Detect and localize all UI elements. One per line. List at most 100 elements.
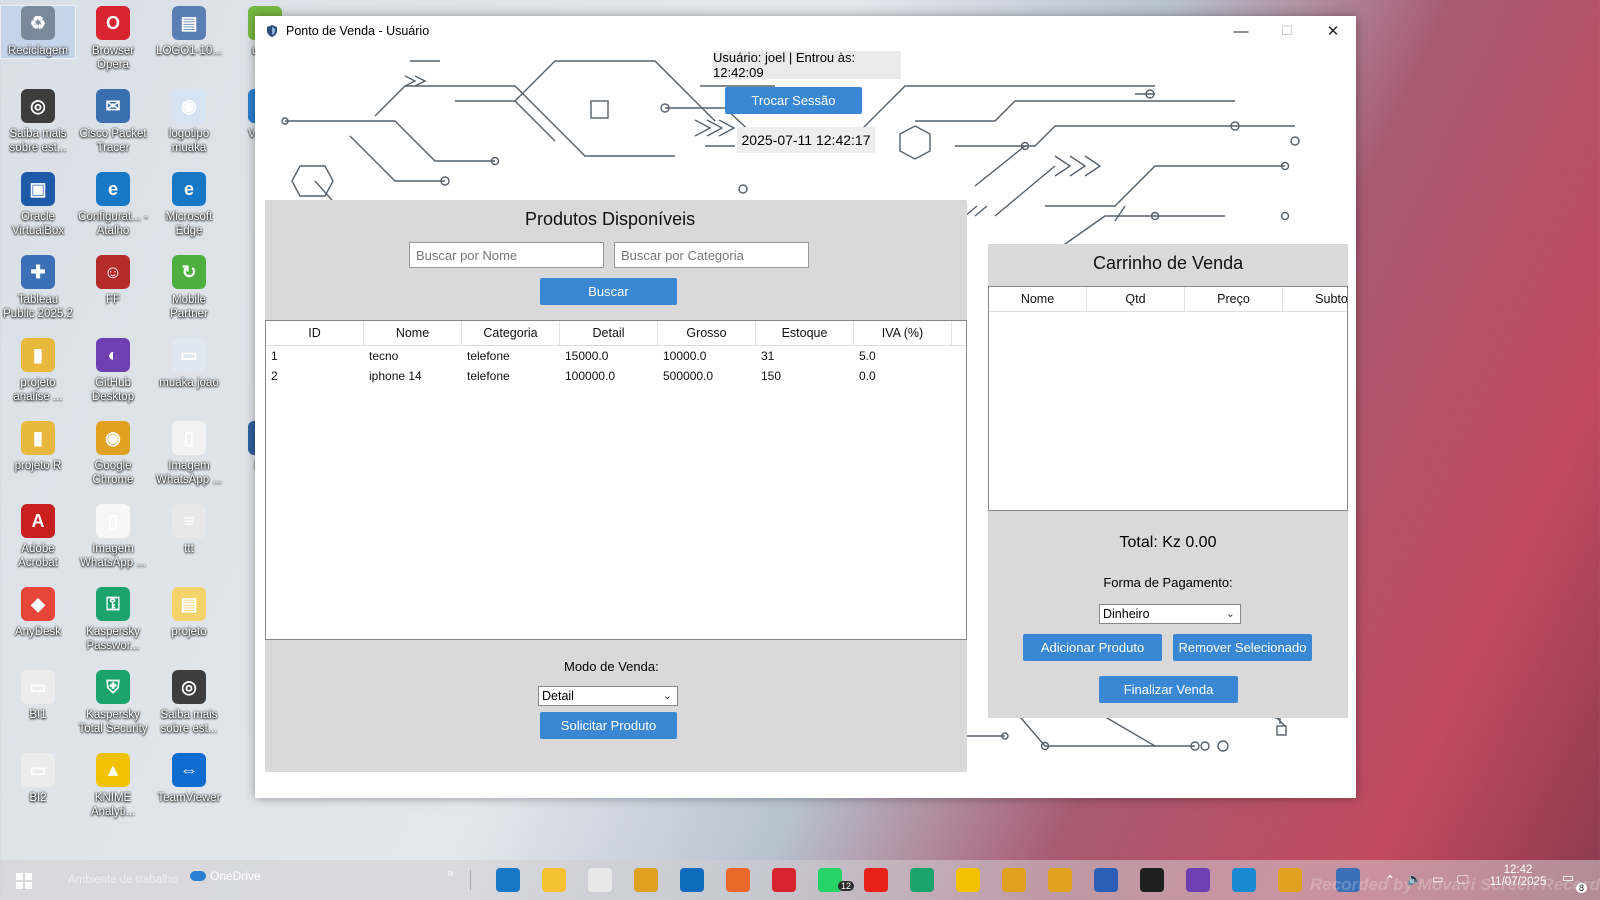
column-header[interactable]: Categoria	[462, 321, 560, 345]
opera-icon[interactable]	[772, 868, 796, 892]
app-icon: ▮	[21, 338, 55, 372]
desktop-icon[interactable]: ▭ muaka joao	[152, 338, 226, 390]
column-header[interactable]: Nome	[364, 321, 462, 345]
desktop-icon-label: logotipo muaka	[168, 128, 210, 154]
chrome-icon[interactable]	[634, 868, 658, 892]
column-header[interactable]: Preço	[1185, 287, 1283, 311]
close-button[interactable]: ✕	[1310, 16, 1356, 46]
desktop-icon[interactable]: ⇔ TeamViewer	[152, 753, 226, 805]
app-icon: ▮	[21, 421, 55, 455]
app-icon: A	[21, 504, 55, 538]
table-cell: tecno	[369, 349, 399, 363]
desktop-icon-label: AnyDesk	[14, 626, 62, 638]
desktop-icon[interactable]: ▭ BI1	[1, 670, 75, 722]
desktop-icon[interactable]: A Adobe Acrobat	[1, 504, 75, 570]
github-icon[interactable]	[1186, 868, 1210, 892]
desktop-icon[interactable]: ✚ Tableau Public 2025.2	[1, 255, 75, 321]
store-icon[interactable]	[588, 868, 612, 892]
desktop-icon-label: projeto analise ...	[13, 377, 63, 403]
minimize-button[interactable]: —	[1218, 16, 1264, 46]
search-name-input[interactable]: Buscar por Nome	[409, 242, 604, 268]
outlook-icon[interactable]	[680, 868, 704, 892]
vscode-icon[interactable]	[1232, 868, 1256, 892]
column-header[interactable]: Grosso	[658, 321, 756, 345]
sale-mode-select[interactable]: Detail ⌄	[538, 686, 678, 706]
payment-method-select[interactable]: Dinheiro ⌄	[1099, 604, 1241, 624]
desktop-icon[interactable]: ▣ Oracle VirtualBox	[1, 172, 75, 238]
desktop-icon[interactable]: ▤ projeto	[152, 587, 226, 639]
app-icon: ◆	[21, 587, 55, 621]
table-cell: 0.0	[859, 369, 876, 383]
products-panel: Produtos Disponíveis Buscar por Nome Bus…	[265, 200, 967, 772]
desktop-icon[interactable]: ▮ projeto R	[1, 421, 75, 473]
desktop-icon[interactable]: e Configurat... - Atalho	[76, 172, 150, 238]
table-row[interactable]: 1 tecno telefone 15000.0 10000.0 31 5.0	[266, 346, 966, 366]
desktop-icon[interactable]: ▮ projeto analise ...	[1, 338, 75, 404]
powerbi-icon[interactable]	[956, 868, 980, 892]
workspace-label[interactable]: Ambiente de trabalho	[68, 874, 177, 886]
column-header[interactable]: IVA (%)	[854, 321, 952, 345]
products-table-body: 1 tecno telefone 15000.0 10000.0 31 5.0 2 iphone…	[266, 346, 966, 386]
desktop-icon-label: Tableau Public 2025.2	[3, 294, 73, 320]
maximize-button[interactable]: ☐	[1264, 16, 1310, 46]
desktop-icon-label: Saiba mais sobre est...	[9, 128, 67, 154]
chrome-profile-icon[interactable]	[1048, 868, 1072, 892]
app-icon: ⇔	[172, 753, 206, 787]
desktop-icon[interactable]: ✉ Cisco Packet Tracer	[76, 89, 150, 155]
products-table[interactable]: ID Nome Categoria Detail Grosso Estoque IVA (%…	[265, 320, 967, 640]
column-header[interactable]: Subto	[1283, 287, 1347, 311]
desktop-icon[interactable]: O Browser Opera	[76, 6, 150, 72]
desktop-icon-label: projeto R	[14, 460, 62, 472]
column-header[interactable]: Detail	[560, 321, 658, 345]
column-header[interactable]: Qtd	[1087, 287, 1185, 311]
chevron-right-icon[interactable]: »	[447, 866, 454, 880]
desktop-icon[interactable]: ▤ LOGO1-10...	[152, 6, 226, 58]
edge-icon[interactable]	[496, 868, 520, 892]
desktop-icon[interactable]: ▲ KNIME Analyti...	[76, 753, 150, 819]
file-explorer-icon[interactable]	[542, 868, 566, 892]
terminal-icon[interactable]	[1140, 868, 1164, 892]
desktop-icon[interactable]: ▯ Imagem WhatsApp ...	[152, 421, 226, 487]
desktop-icon[interactable]: ↻ Mobile Partner	[152, 255, 226, 321]
request-product-button[interactable]: Solicitar Produto	[540, 712, 677, 739]
table-cell: 15000.0	[565, 349, 609, 363]
cart-table[interactable]: Nome Qtd Preço Subto	[988, 286, 1348, 511]
chrome-profile-icon[interactable]	[1002, 868, 1026, 892]
column-header[interactable]: Estoque	[756, 321, 854, 345]
youtube-icon[interactable]	[864, 868, 888, 892]
remove-selected-button[interactable]: Remover Selecionado	[1173, 634, 1312, 661]
add-product-button[interactable]: Adicionar Produto	[1023, 634, 1162, 661]
desktop-icon[interactable]: ≡ ttt	[152, 504, 226, 556]
search-category-input[interactable]: Buscar por Categoria	[614, 242, 809, 268]
table-row[interactable]: 2 iphone 14 telefone 100000.0 500000.0 150 0.0	[266, 366, 966, 386]
firefox-icon[interactable]	[726, 868, 750, 892]
desktop-icon[interactable]: ☺ FF	[76, 255, 150, 307]
desktop-icon-label: muaka joao	[159, 377, 219, 389]
desktop-icon[interactable]: ▭ BI2	[1, 753, 75, 805]
desktop-icon[interactable]: ◎ Saiba mais sobre est...	[1, 89, 75, 155]
desktop-icon[interactable]: ◉ logotipo muaka	[152, 89, 226, 155]
switch-session-button[interactable]: Trocar Sessão	[725, 87, 862, 114]
finish-sale-button[interactable]: Finalizar Venda	[1099, 676, 1238, 703]
windows-start-icon[interactable]	[16, 873, 32, 889]
cart-total: Total: Kz 0.00	[1119, 534, 1217, 551]
desktop-icon-label: TeamViewer	[157, 792, 221, 804]
desktop-icon[interactable]: e Microsoft Edge	[152, 172, 226, 238]
desktop-icon[interactable]: ◉ Google Chrome	[76, 421, 150, 487]
desktop-icon[interactable]: ♻ Reciclagem	[0, 5, 76, 59]
word-icon[interactable]	[1094, 868, 1118, 892]
kaspersky-icon[interactable]	[910, 868, 934, 892]
chrome-profile-icon[interactable]	[1278, 868, 1302, 892]
column-header[interactable]: Nome	[989, 287, 1087, 311]
column-header[interactable]: ID	[266, 321, 364, 345]
onedrive-label[interactable]: OneDrive	[210, 869, 261, 883]
desktop-icon[interactable]: ◐ GitHub Desktop	[76, 338, 150, 404]
table-cell: 5.0	[859, 349, 876, 363]
desktop-icon[interactable]: ⛨ Kaspersky Total Security	[76, 670, 150, 736]
desktop-icon[interactable]: ◎ Saiba mais sobre est...	[152, 670, 226, 736]
desktop-icon[interactable]: ⚿ Kaspersky Passwor...	[76, 587, 150, 653]
cloud-icon	[190, 871, 206, 881]
search-button[interactable]: Buscar	[540, 278, 677, 305]
desktop-icon[interactable]: ▯ Imagem WhatsApp ...	[76, 504, 150, 570]
desktop-icon[interactable]: ◆ AnyDesk	[1, 587, 75, 639]
